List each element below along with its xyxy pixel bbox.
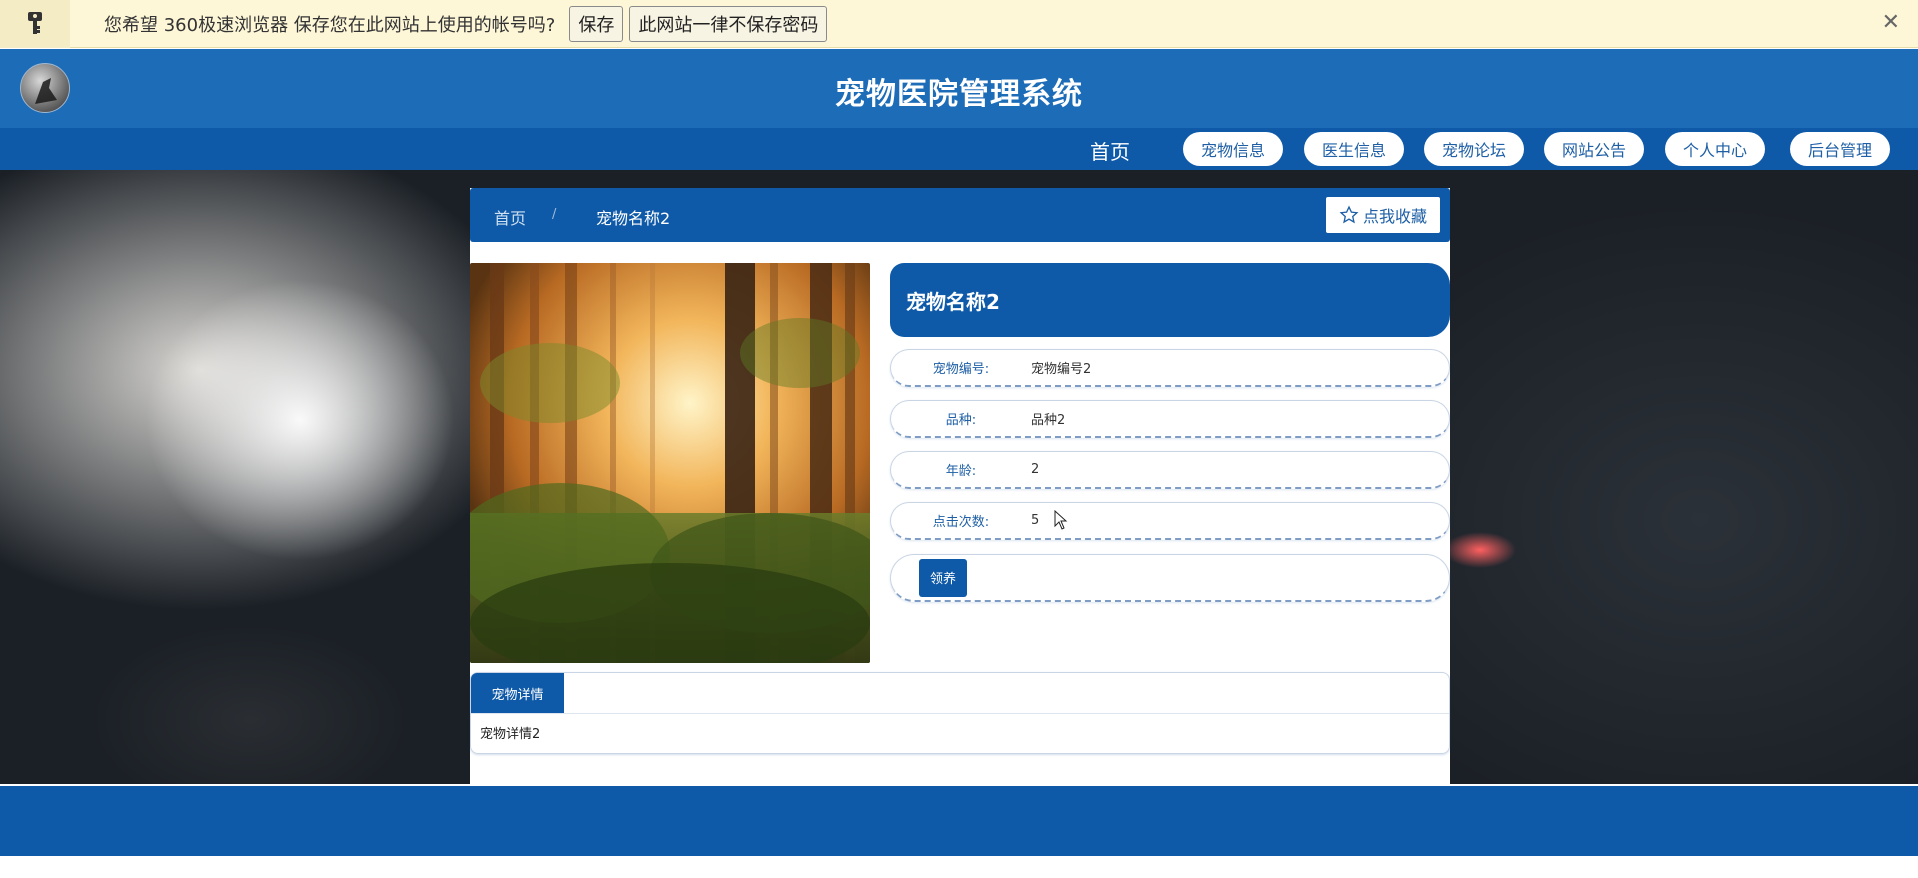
field-breed: 品种: 品种2 — [890, 400, 1450, 438]
field-value: 品种2 — [1031, 413, 1066, 428]
password-save-message: 您希望 360极速浏览器 保存您在此网站上使用的帐号吗? — [104, 14, 556, 36]
tab-pet-details[interactable]: 宠物详情 — [471, 673, 564, 713]
pet-detail-panel: 首页 / 宠物名称2 点我收藏 宠物名称2 宠物编号: 宠物编号2 品种: 品种… — [470, 188, 1450, 784]
site-title: 宠物医院管理系统 — [835, 77, 1083, 112]
tab-divider — [471, 713, 1449, 714]
mouse-cursor-icon — [1054, 509, 1068, 534]
breadcrumb-separator: / — [552, 207, 557, 222]
nav-home[interactable]: 首页 — [1090, 136, 1130, 165]
adopt-row: 领养 — [890, 554, 1450, 602]
password-save-bar: 您希望 360极速浏览器 保存您在此网站上使用的帐号吗? 保存 此网站一律不保存… — [0, 0, 1918, 48]
field-value: 宠物编号2 — [1031, 362, 1092, 377]
site-footer — [0, 786, 1918, 856]
breadcrumb-home[interactable]: 首页 — [494, 205, 526, 229]
key-icon — [0, 0, 70, 48]
breadcrumb: 首页 / 宠物名称2 点我收藏 — [470, 188, 1450, 242]
field-label: 品种: — [945, 413, 977, 428]
nav-announcements[interactable]: 网站公告 — [1544, 132, 1644, 166]
nav-pet-info[interactable]: 宠物信息 — [1183, 132, 1283, 166]
pet-name-title: 宠物名称2 — [890, 263, 1450, 337]
save-password-button[interactable]: 保存 — [569, 5, 624, 42]
favorite-label: 点我收藏 — [1362, 207, 1427, 226]
main-nav: 首页 宠物信息 医生信息 宠物论坛 网站公告 个人中心 后台管理 — [0, 128, 1918, 170]
field-value: 5 — [1031, 513, 1040, 528]
never-save-password-button[interactable]: 此网站一律不保存密码 — [629, 5, 828, 42]
nav-pet-forum[interactable]: 宠物论坛 — [1424, 132, 1524, 166]
pet-details-content: 宠物详情2 — [480, 727, 541, 742]
nav-admin[interactable]: 后台管理 — [1790, 132, 1890, 166]
field-label: 宠物编号: — [932, 362, 990, 377]
field-label: 点击次数: — [932, 515, 990, 530]
breadcrumb-current: 宠物名称2 — [596, 209, 671, 228]
field-value: 2 — [1031, 462, 1040, 477]
adopt-button[interactable]: 领养 — [919, 558, 967, 597]
field-label: 年龄: — [945, 464, 977, 479]
field-age: 年龄: 2 — [890, 451, 1450, 489]
field-click-count: 点击次数: 5 — [890, 502, 1450, 540]
site-header: 宠物医院管理系统 — [0, 49, 1918, 128]
star-icon — [1339, 205, 1359, 224]
pet-photo — [470, 263, 870, 663]
pet-details-section: 宠物详情 宠物详情2 — [470, 672, 1450, 754]
close-icon[interactable]: ✕ — [1882, 10, 1900, 35]
nav-doctor-info[interactable]: 医生信息 — [1304, 132, 1404, 166]
nav-personal-center[interactable]: 个人中心 — [1665, 132, 1765, 166]
favorite-button[interactable]: 点我收藏 — [1326, 197, 1440, 233]
field-pet-id: 宠物编号: 宠物编号2 — [890, 349, 1450, 387]
